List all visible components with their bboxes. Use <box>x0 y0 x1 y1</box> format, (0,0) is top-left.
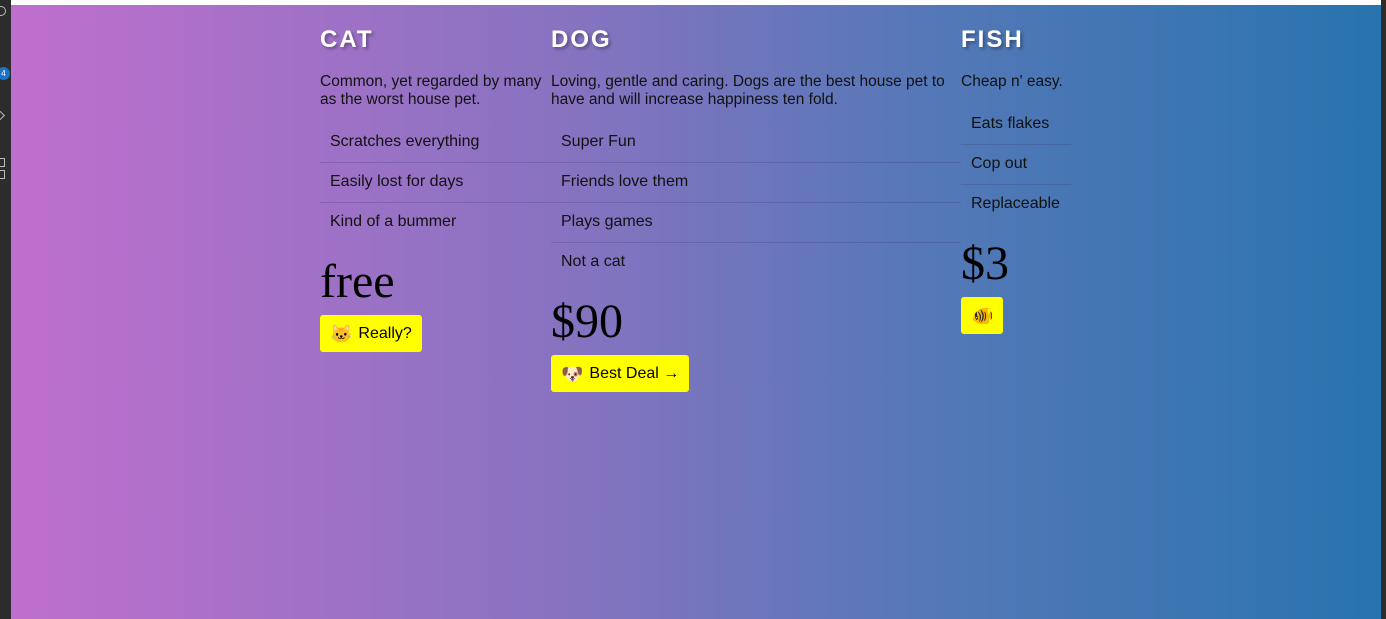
notification-badge: 4 <box>0 67 10 80</box>
list-item: Scratches everything <box>320 123 551 163</box>
list-item: Friends love them <box>551 163 961 203</box>
square-icon[interactable] <box>0 170 5 179</box>
button-label: Really? <box>358 324 412 342</box>
list-item: Super Fun <box>551 123 961 163</box>
card-description: Cheap n' easy. <box>961 73 1063 90</box>
card-description: Loving, gentle and caring. Dogs are the … <box>551 73 945 108</box>
price: $90 <box>551 295 623 348</box>
cat-face-icon: 🐱 <box>330 323 353 344</box>
circle-icon[interactable] <box>0 6 6 16</box>
list-item: Kind of a bummer <box>330 213 457 230</box>
card-title: FISH <box>961 26 1024 53</box>
feature-list: Super Fun Friends love them Plays games … <box>551 123 961 282</box>
chevron-right-icon[interactable] <box>0 109 5 122</box>
page-viewport: CAT Common, yet regarded by many as the … <box>11 5 1381 619</box>
scrollbar-track[interactable] <box>1381 0 1386 619</box>
cat-button[interactable]: 🐱 Really? <box>320 315 422 352</box>
list-item: Easily lost for days <box>320 163 551 203</box>
pricing-card-fish: FISH Cheap n' easy. Eats flakes Cop out … <box>961 5 1071 334</box>
list-item: Plays games <box>551 203 961 243</box>
card-title: DOG <box>551 26 612 53</box>
list-item: Cop out <box>961 145 1071 185</box>
pricing-card-cat: CAT Common, yet regarded by many as the … <box>320 5 551 352</box>
tropical-fish-icon: 🐠 <box>971 305 994 326</box>
button-label: Best Deal → <box>589 364 680 382</box>
list-item: Not a cat <box>561 253 626 270</box>
feature-list: Scratches everything Easily lost for day… <box>320 123 551 242</box>
dog-face-icon: 🐶 <box>561 363 584 384</box>
price: free <box>320 255 395 308</box>
square-icon[interactable] <box>0 158 5 167</box>
pricing-card-dog: DOG Loving, gentle and caring. Dogs are … <box>551 5 961 392</box>
dog-best-deal-button[interactable]: 🐶 Best Deal → <box>551 355 690 392</box>
fish-button[interactable]: 🐠 <box>961 297 1004 334</box>
list-item: Replaceable <box>971 195 1060 212</box>
card-title: CAT <box>320 26 374 53</box>
price: $3 <box>961 237 1009 290</box>
card-description: Common, yet regarded by many as the wors… <box>320 73 542 108</box>
feature-list: Eats flakes Cop out Replaceable <box>961 105 1071 224</box>
editor-activity-bar: 4 <box>0 0 11 619</box>
list-item: Eats flakes <box>961 105 1071 145</box>
